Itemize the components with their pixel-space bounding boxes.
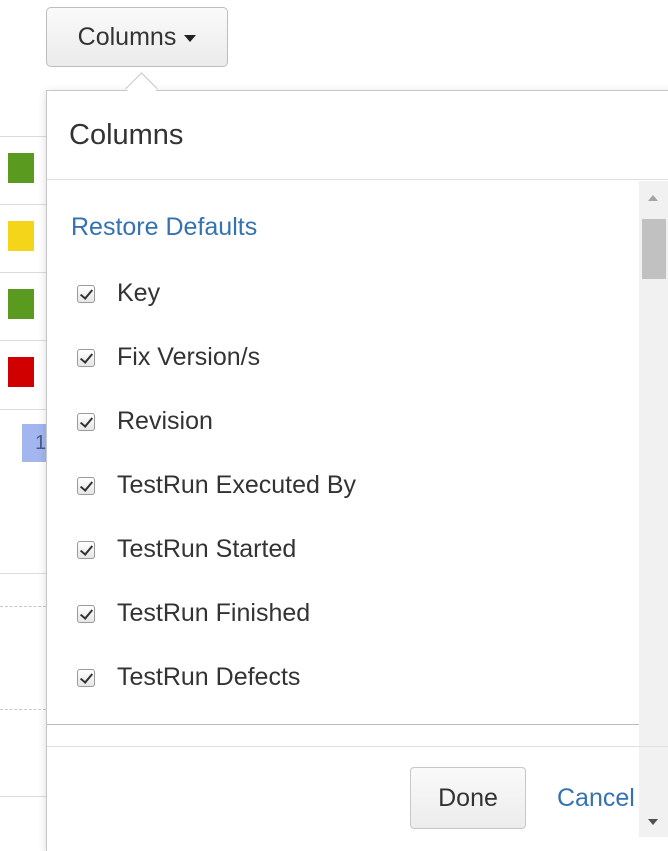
restore-defaults-link[interactable]: Restore Defaults: [71, 213, 257, 242]
table-row-divider: [0, 796, 46, 797]
checkbox[interactable]: [77, 604, 95, 623]
column-option-testrun-defects[interactable]: TestRun Defects: [77, 663, 300, 692]
checkbox[interactable]: [77, 348, 95, 367]
column-option-label: TestRun Defects: [117, 663, 301, 691]
table-dashed-divider: [0, 709, 46, 710]
caret-down-icon: [184, 35, 197, 42]
scroll-thumb[interactable]: [642, 219, 666, 279]
status-swatch-pass: [8, 289, 34, 319]
column-option-label: Revision: [117, 407, 213, 435]
done-button[interactable]: Done: [410, 767, 526, 829]
column-option-testrun-finished[interactable]: TestRun Finished: [77, 599, 310, 628]
status-swatch-pass: [8, 153, 34, 183]
scroll-up-arrow-icon[interactable]: [648, 195, 658, 201]
scroll-down-arrow-icon[interactable]: [648, 819, 658, 825]
table-row-divider: [0, 573, 46, 574]
table-row-divider: [0, 272, 46, 273]
table-row-divider: [0, 204, 46, 205]
columns-popover: Columns Restore Defaults Key Fix Version…: [46, 90, 668, 851]
column-option-revision[interactable]: Revision: [77, 407, 213, 436]
page: 1 Columns Columns Restore Defaults Key F…: [0, 0, 668, 851]
column-options-list[interactable]: Restore Defaults Key Fix Version/s Revis…: [47, 181, 639, 815]
table-row-divider: [0, 409, 46, 410]
table-row-divider: [0, 340, 46, 341]
checkbox[interactable]: [77, 412, 95, 431]
popover-title: Columns: [69, 119, 184, 151]
cancel-link[interactable]: Cancel: [557, 784, 635, 813]
columns-button-label: Columns: [77, 22, 177, 51]
column-option-testrun-started[interactable]: TestRun Started: [77, 535, 296, 564]
column-option-fix-version[interactable]: Fix Version/s: [77, 343, 260, 372]
scrollbar[interactable]: [639, 181, 668, 837]
status-swatch-fail: [8, 357, 34, 387]
list-bottom-border: [47, 724, 639, 725]
checkbox[interactable]: [77, 476, 95, 495]
table-dashed-divider: [0, 606, 46, 607]
table-row-divider: [0, 136, 46, 137]
footer-divider: [47, 746, 668, 747]
header-divider: [47, 179, 668, 180]
column-option-key[interactable]: Key: [77, 279, 160, 308]
checkbox[interactable]: [77, 284, 95, 303]
row-count-chip: 1: [22, 424, 48, 462]
column-option-label: Fix Version/s: [117, 343, 261, 371]
column-option-label: TestRun Executed By: [117, 471, 357, 499]
column-option-label: TestRun Finished: [117, 599, 311, 627]
column-option-testrun-executed-by[interactable]: TestRun Executed By: [77, 471, 356, 500]
column-option-label: TestRun Started: [117, 535, 297, 563]
columns-button[interactable]: Columns: [46, 7, 228, 67]
checkbox[interactable]: [77, 668, 95, 687]
status-swatch-in-progress: [8, 221, 34, 251]
checkbox[interactable]: [77, 540, 95, 559]
column-option-label: Key: [117, 279, 161, 307]
